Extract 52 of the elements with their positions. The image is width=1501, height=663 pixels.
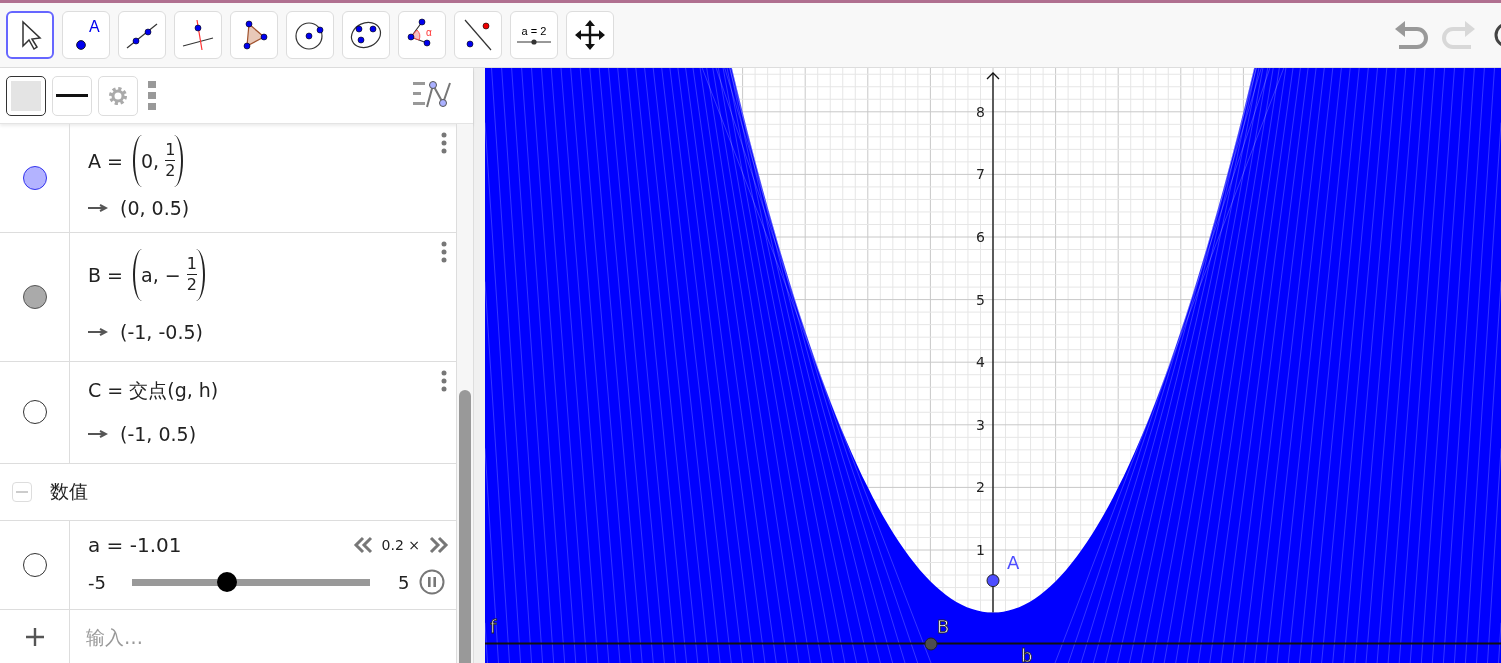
line-style-button[interactable] (52, 75, 92, 116)
definition-formula[interactable]: C = 交点(g, h) (88, 377, 432, 404)
color-button[interactable] (6, 75, 46, 116)
axis-tick-label: 6 (976, 229, 985, 245)
speed-text[interactable]: 0.2 × (381, 537, 420, 554)
curve-label: f (490, 616, 497, 637)
tool-button[interactable]: α (398, 11, 446, 59)
axis-tick-label: 4 (976, 354, 985, 371)
arrow-icon (88, 430, 108, 439)
point-icon (76, 40, 86, 50)
axis-tick-label: 1 (976, 542, 985, 558)
list-graph-icon (413, 79, 453, 109)
axis-tick-label: 5 (976, 291, 985, 308)
axis-tick-label: 8 (976, 103, 985, 120)
slider-max-text: 5 (397, 571, 410, 593)
axis-tick-label: 3 (976, 416, 985, 433)
slider-value-text[interactable]: a = -1.01 (88, 533, 352, 558)
visibility-toggle[interactable] (22, 553, 47, 578)
pause-button[interactable] (419, 569, 446, 596)
arrow-icon (88, 327, 108, 336)
value-text: (-1, -0.5) (120, 320, 203, 343)
input-field[interactable]: 输入… (70, 610, 456, 663)
arrow-icon (88, 203, 108, 212)
point-label: B (937, 616, 950, 637)
point-tool-button[interactable]: A (62, 11, 110, 59)
visibility-toggle[interactable] (22, 165, 47, 190)
visibility-toggle[interactable] (22, 284, 47, 309)
slider-min-text: -5 (88, 571, 106, 593)
slower-button[interactable] (351, 535, 374, 556)
vertical-dots-icon (148, 80, 156, 111)
group-title: 数值 (50, 479, 88, 505)
value-text: (-1, 0.5) (120, 423, 197, 446)
point[interactable] (986, 574, 1000, 588)
slider-icon (517, 39, 551, 45)
visibility-toggle[interactable] (22, 400, 47, 425)
axis-tick-label: 7 (976, 166, 985, 183)
curve-label: b (1021, 645, 1033, 663)
undo-button[interactable] (1393, 20, 1429, 50)
point-label: A (1007, 551, 1020, 573)
add-button[interactable] (23, 625, 46, 648)
scroll-thumb[interactable] (459, 390, 471, 663)
faster-button[interactable] (428, 535, 450, 556)
slider-thumb[interactable] (217, 572, 238, 593)
more-options-button[interactable] (440, 240, 448, 263)
more-options-button[interactable] (440, 132, 448, 154)
value-text: (0, 0.5) (120, 196, 190, 219)
line-icon (56, 93, 88, 98)
axis-tick-label: 2 (976, 479, 985, 496)
slider-tool-button[interactable]: a = 2 (510, 11, 558, 59)
minus-icon (16, 491, 28, 494)
more-options-button[interactable] (440, 369, 448, 392)
tool-button[interactable] (6, 11, 54, 59)
